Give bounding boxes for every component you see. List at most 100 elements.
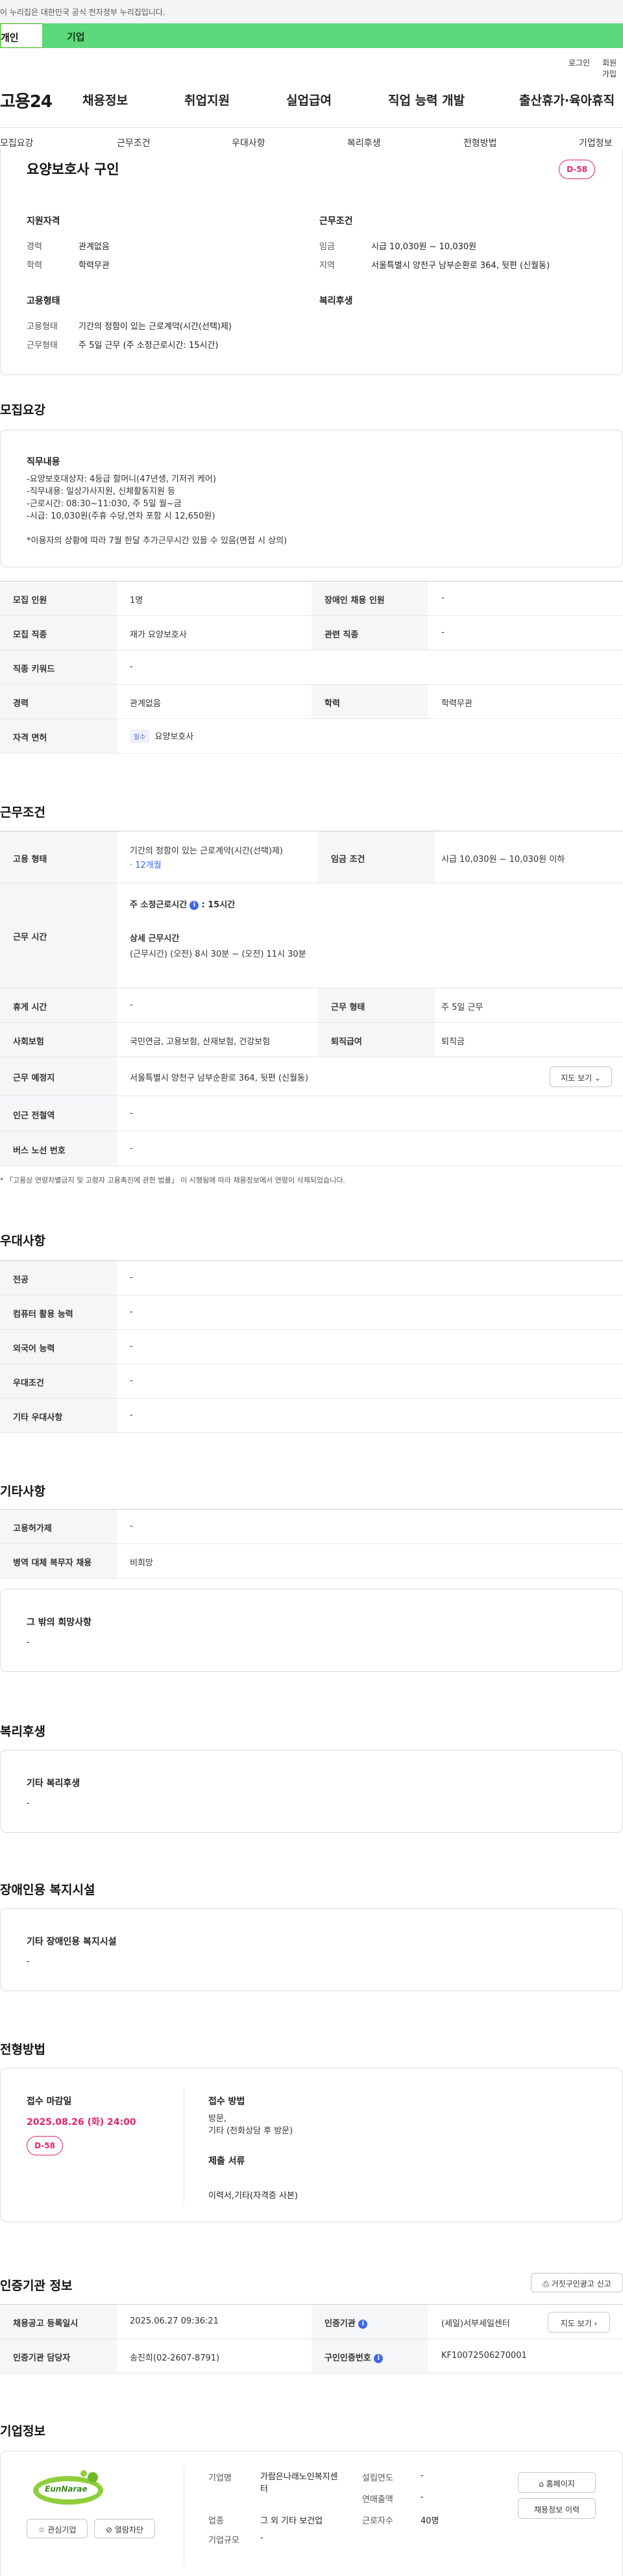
table-cell: 주 5일 근무 <box>441 1003 483 1012</box>
info-icon[interactable]: i <box>358 2319 368 2329</box>
table-head: 임금 조건 <box>318 831 435 883</box>
table-head: 전공 <box>0 1261 117 1295</box>
age-law-note: * 「고용상 연령차별금지 및 고령자 고용촉진에 관한 법률」 이 시행됨에 … <box>0 1176 345 1184</box>
emp-type-value: 기간의 정함이 있는 근로계약(시간(선택)제) <box>130 846 284 856</box>
tab-preference[interactable]: 우대사항 <box>232 136 265 149</box>
welfare-heading: 복리후생 <box>319 296 353 306</box>
table-head: 구인인증번호 i <box>312 2339 428 2373</box>
qual-label: 학력 <box>27 261 42 271</box>
table-head: 병역 대체 복무자 채용 <box>0 1544 117 1578</box>
table-row: 모집 인원 1명 장애인 채용 인원 - <box>0 582 623 616</box>
table-row: 버스 노선 번호 - <box>0 1131 623 1166</box>
cert-table: 채용공고 등록일시 2025.06.27 09:36:21 인증기관 i (세일… <box>0 2304 623 2374</box>
work-label: 임금 <box>319 242 335 252</box>
site-logo[interactable]: 고용24 <box>0 88 53 112</box>
report-button[interactable]: ⎙ 거짓구인광고 신고 <box>531 2273 623 2292</box>
industry-label: 업종 <box>208 2516 224 2526</box>
table-cell: - <box>130 1109 133 1118</box>
job-summary-card: 요양보호사 구인 D-58 지원자격 경력 관계없음 학력 학력무관 근무조건 … <box>0 148 623 375</box>
company-logo: EunNarae <box>31 2468 106 2509</box>
emp-heading: 고용형태 <box>27 296 60 306</box>
wish-value: - <box>27 1638 30 1647</box>
industry-value: 그 외 기타 보건업 <box>260 2516 323 2526</box>
gnb-item-training[interactable]: 직업 능력 개발 <box>388 91 465 108</box>
table-row: 전공 - <box>0 1261 623 1295</box>
home-icon: ⌂ <box>539 2479 544 2488</box>
size-value: - <box>260 2533 263 2543</box>
table-cell: KF10072506270001 <box>441 2351 527 2361</box>
recruit-heading: 모집요강 <box>0 403 45 417</box>
table-row: 채용공고 등록일시 2025.06.27 09:36:21 인증기관 i (세일… <box>0 2305 623 2339</box>
company-name-value: 가람은나래노인복지센터 <box>260 2472 338 2494</box>
table-cell: - <box>130 1144 133 1153</box>
tab-company[interactable]: 기업 <box>42 23 623 48</box>
table-head: 인증기관 i <box>312 2305 428 2338</box>
tab-company[interactable]: 기업정보 <box>579 136 613 149</box>
table-head: 모집 직종 <box>0 616 117 650</box>
service-tab-bar: 개인 기업 <box>0 23 623 48</box>
table-row: 사회보험 국민연금, 고용보험, 산재보험, 건강보험 퇴직급여 퇴직금 <box>0 1023 623 1057</box>
login-link[interactable]: 로그인 <box>568 57 590 68</box>
table-row: 병역 대체 복무자 채용 비희망 <box>0 1544 623 1578</box>
history-button[interactable]: 채용정보 이력 <box>518 2498 596 2519</box>
homepage-button[interactable]: ⌂ 홈페이지 <box>518 2472 596 2493</box>
qual-label: 경력 <box>27 242 42 252</box>
work-value: 서울특별시 양천구 남부순환로 364, 뒷편 (신월동) <box>371 261 550 271</box>
table-cell: - <box>130 1342 133 1351</box>
method-title: 접수 방법 <box>208 2096 245 2107</box>
selection-card: 접수 마감일 2025.08.26 (화) 24:00 D-58 접수 방법 방… <box>0 2068 623 2222</box>
table-head: 장애인 채용 인원 <box>312 582 428 615</box>
emp-period: · 12개월 <box>130 861 162 870</box>
tab-welfare[interactable]: 복리후생 <box>347 136 381 149</box>
table-cell: 주 소정근로시간 i : 15시간 상세 근무시간 (근무시간) (오전) 8시… <box>130 883 623 988</box>
gnb-item-benefit[interactable]: 실업급여 <box>286 91 332 108</box>
table-cell: 시급 10,030원 ~ 10,030원 이하 <box>441 855 565 865</box>
tab-personal[interactable]: 개인 <box>0 23 42 48</box>
welfare-card: 기타 복리후생 - <box>0 1750 623 1833</box>
table-row: 인근 전철역 - <box>0 1096 623 1131</box>
join-link[interactable]: 회원가입 <box>602 57 623 79</box>
table-cell: - <box>130 1000 133 1010</box>
table-row: 휴게 시간 - 근무 형태 주 5일 근무 <box>0 988 623 1023</box>
table-cell: - <box>441 628 445 637</box>
gnb-item-leave[interactable]: 출산휴가·육아휴직 <box>519 91 615 108</box>
table-head: 버스 노선 번호 <box>0 1131 117 1166</box>
sales-label: 연매출액 <box>362 2495 393 2505</box>
map-button[interactable]: 지도 보기 › <box>548 2312 610 2333</box>
disability-value: - <box>27 1957 30 1967</box>
tab-conditions[interactable]: 근무조건 <box>117 136 151 149</box>
job-title: 요양보호사 구인 <box>27 162 119 177</box>
table-head: 휴게 시간 <box>0 988 117 1022</box>
gnb-item-jobs[interactable]: 채용정보 <box>82 91 128 108</box>
table-row: 고용허가제 - <box>0 1510 623 1544</box>
global-nav: 고용24 채용정보 취업지원 실업급여 직업 능력 개발 출산휴가·육아휴직 <box>0 83 623 119</box>
info-icon[interactable]: i <box>189 900 199 910</box>
table-head: 외국어 능력 <box>0 1330 117 1364</box>
staff-label: 근로자수 <box>362 2516 393 2526</box>
duty-card: 직무내용 -요양보호대상자: 4등급 할머니(47년생, 기저귀 케어) -직무… <box>0 430 623 567</box>
table-cell: - <box>130 1307 133 1317</box>
report-icon: ⎙ <box>543 2279 549 2288</box>
table-row: 모집 직종 재가 요양보호사 관련 직종 - <box>0 616 623 650</box>
table-cell: - <box>130 662 133 672</box>
preference-heading: 우대사항 <box>0 1234 45 1248</box>
table-cell: - <box>130 1273 133 1282</box>
table-cell: 관계없음 <box>130 699 161 709</box>
welfare-value: - <box>27 1798 30 1808</box>
info-icon[interactable]: i <box>374 2353 384 2363</box>
table-row: 자격 면허 필수 요양보호사 <box>0 719 623 754</box>
welfare-section-heading: 복리후생 <box>0 1724 45 1739</box>
tab-selection[interactable]: 전형방법 <box>463 136 497 149</box>
company-card: EunNarae ☆ 관심기업 ⊘ 열람차단 기업명 가람은나래노인복지센터 업… <box>0 2451 623 2576</box>
gnb-item-support[interactable]: 취업지원 <box>184 91 230 108</box>
dday-badge: D-58 <box>559 160 595 179</box>
interest-company-button[interactable]: ☆ 관심기업 <box>27 2519 88 2538</box>
table-row: 직종 키워드 - <box>0 650 623 685</box>
block-company-button[interactable]: ⊘ 열람차단 <box>94 2519 155 2538</box>
table-head: 고용허가제 <box>0 1510 117 1543</box>
table-head: 우대조건 <box>0 1364 117 1398</box>
map-button[interactable]: 지도 보기 ⌄ <box>550 1066 612 1087</box>
hours-main-value: : 15시간 <box>201 900 236 910</box>
disability-heading: 장애인용 복지시설 <box>0 1883 95 1897</box>
tab-recruit[interactable]: 모집요강 <box>0 136 34 149</box>
